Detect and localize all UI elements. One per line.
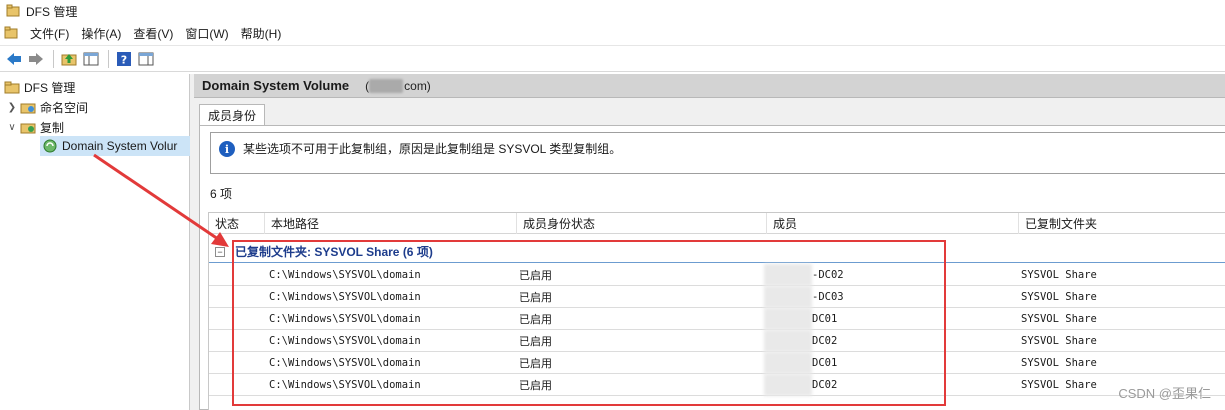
tree-item-label: 命名空间 [40,100,89,115]
forward-icon [29,52,43,65]
tree-item-dfs-root[interactable]: DFS 管理 [2,77,75,97]
column-header-membership-state[interactable]: 成员身份状态 [517,213,767,234]
svg-text:?: ? [121,53,127,66]
menu-window[interactable]: 窗口(W) [181,25,236,42]
redacted-domain [369,78,404,93]
info-text: 某些选项不可用于此复制组，原因是此复制组是 SYSVOL 类型复制组。 [243,142,622,156]
cell-folder: SYSVOL Share [1021,379,1097,391]
window-title: DFS 管理 [26,4,78,19]
column-header-replicated-folder[interactable]: 已复制文件夹 [1019,213,1225,234]
title-bar: DFS 管理 [0,0,1225,22]
tree-item-replication[interactable]: ∨ 复制 [6,117,64,137]
chevron-down-icon[interactable]: ∨ [6,122,18,133]
tab-membership[interactable]: 成员身份 [199,104,266,126]
column-header-status[interactable]: 状态 [209,213,265,234]
toolbar-separator [53,49,54,68]
tree-item-label: DFS 管理 [24,80,76,95]
chevron-right-icon[interactable]: ❯ [6,102,18,113]
tab-strip: 成员身份 [194,102,1225,126]
namespace-icon [20,99,36,115]
menu-action[interactable]: 操作(A) [77,25,129,42]
menu-bar: 文件(F) 操作(A) 查看(V) 窗口(W) 帮助(H) [0,22,1225,44]
show-hide-tree-button[interactable] [81,49,101,69]
panel-domain: ( com) [365,78,431,93]
toolbar: ? [0,45,1225,72]
back-button[interactable] [4,49,24,69]
cell-folder: SYSVOL Share [1021,313,1097,325]
folder-up-icon [61,53,77,65]
replication-icon [20,119,36,135]
cell-folder: SYSVOL Share [1021,335,1097,347]
replication-group-icon [42,138,58,154]
menu-help[interactable]: 帮助(H) [237,25,290,42]
show-hide-tree-icon [83,52,99,65]
action-pane-icon [138,52,154,65]
dfs-app-icon [6,4,20,17]
cell-folder: SYSVOL Share [1021,269,1097,281]
table-header: 状态 本地路径 成员身份状态 成员 已复制文件夹 [209,213,1225,234]
up-level-button[interactable] [59,49,79,69]
action-pane-button[interactable] [136,49,156,69]
tree-item-label: 复制 [40,120,65,135]
annotation-highlight-box [232,240,946,406]
domain-suffix: com) [404,78,431,93]
back-icon [7,52,21,65]
column-header-local-path[interactable]: 本地路径 [265,213,517,234]
info-banner: i 某些选项不可用于此复制组，原因是此复制组是 SYSVOL 类型复制组。 [210,132,1225,174]
navigation-tree: DFS 管理 ❯ 命名空间 ∨ 复制 Domain System Volur [0,74,190,410]
cell-folder: SYSVOL Share [1021,291,1097,303]
toolbar-separator [108,49,109,68]
item-count: 6 项 [210,187,233,201]
app-menu-icon[interactable] [4,26,18,40]
watermark: CSDN @歪果仁 [1118,386,1211,401]
panel-title: Domain System Volume [202,78,350,93]
help-icon: ? [117,51,131,66]
tree-item-domain-system-volume[interactable]: Domain System Volur [40,136,190,156]
menu-view[interactable]: 查看(V) [129,25,181,42]
tree-item-label: Domain System Volur [62,139,178,153]
tree-item-namespaces[interactable]: ❯ 命名空间 [6,97,88,117]
panel-header: Domain System Volume ( com) [194,74,1225,98]
forward-button[interactable] [26,49,46,69]
info-icon: i [219,141,235,157]
help-button[interactable]: ? [114,49,134,69]
column-header-member[interactable]: 成员 [767,213,1019,234]
dfs-management-icon [4,79,20,95]
menu-file[interactable]: 文件(F) [26,25,77,42]
collapse-toggle-icon[interactable]: − [215,246,225,257]
cell-folder: SYSVOL Share [1021,357,1097,369]
